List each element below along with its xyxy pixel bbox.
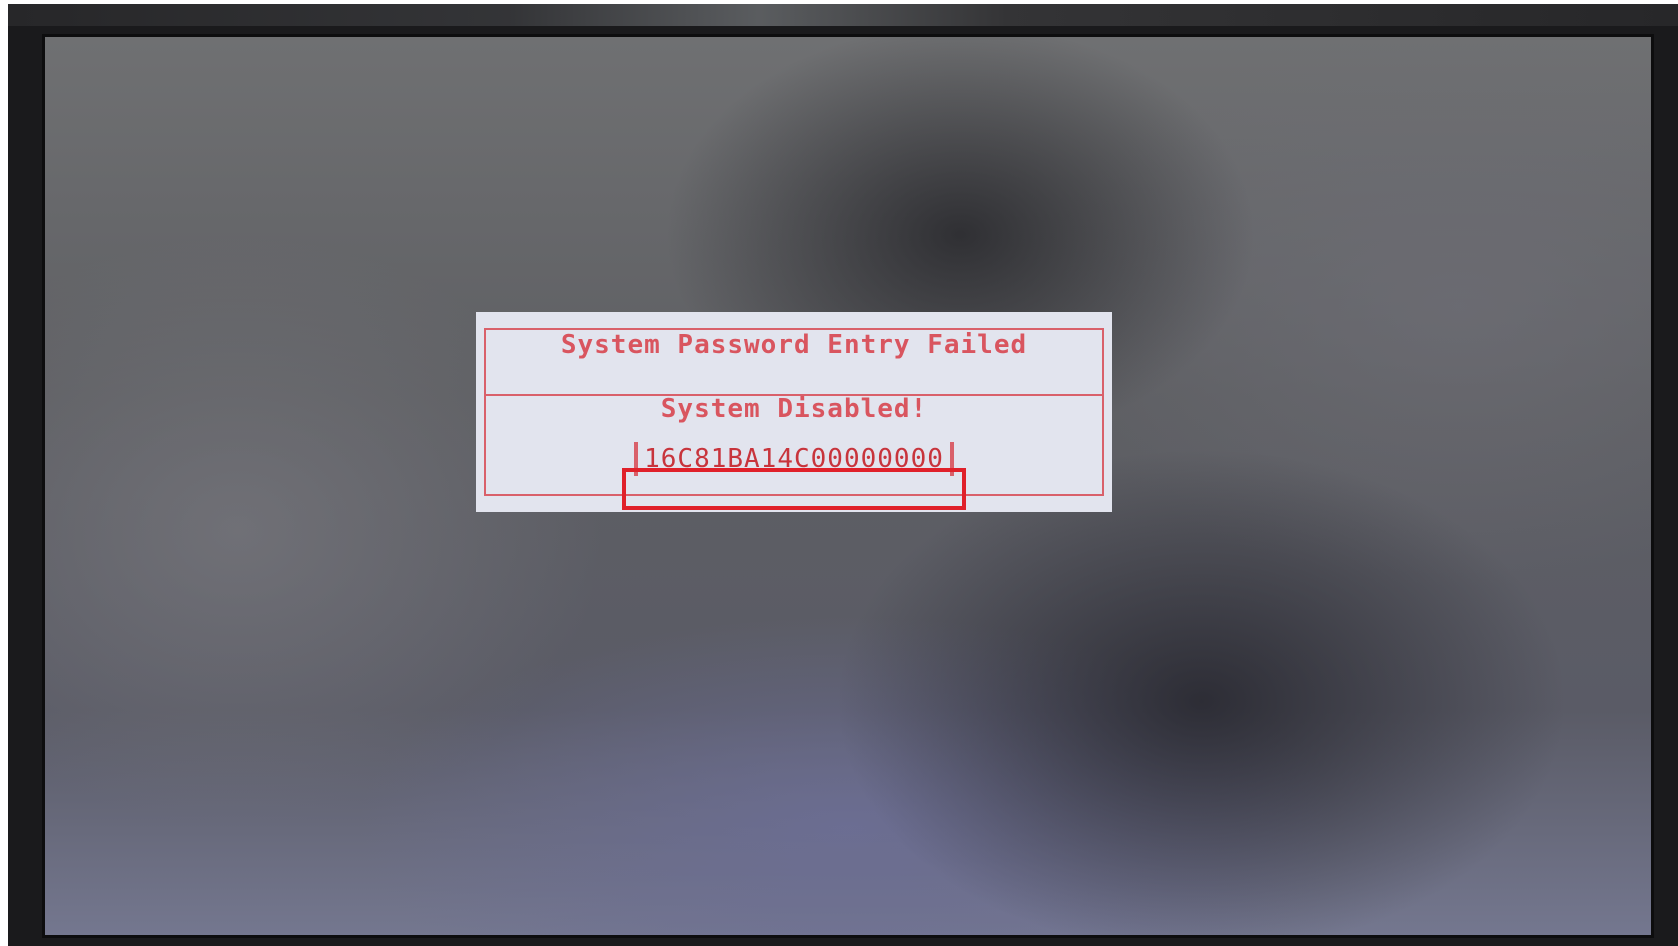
code-highlight-annotation: [622, 468, 966, 510]
system-disabled-message: System Disabled!: [660, 394, 928, 424]
dialog-title: System Password Entry Failed: [560, 330, 1028, 360]
monitor-bezel: [8, 4, 1678, 26]
